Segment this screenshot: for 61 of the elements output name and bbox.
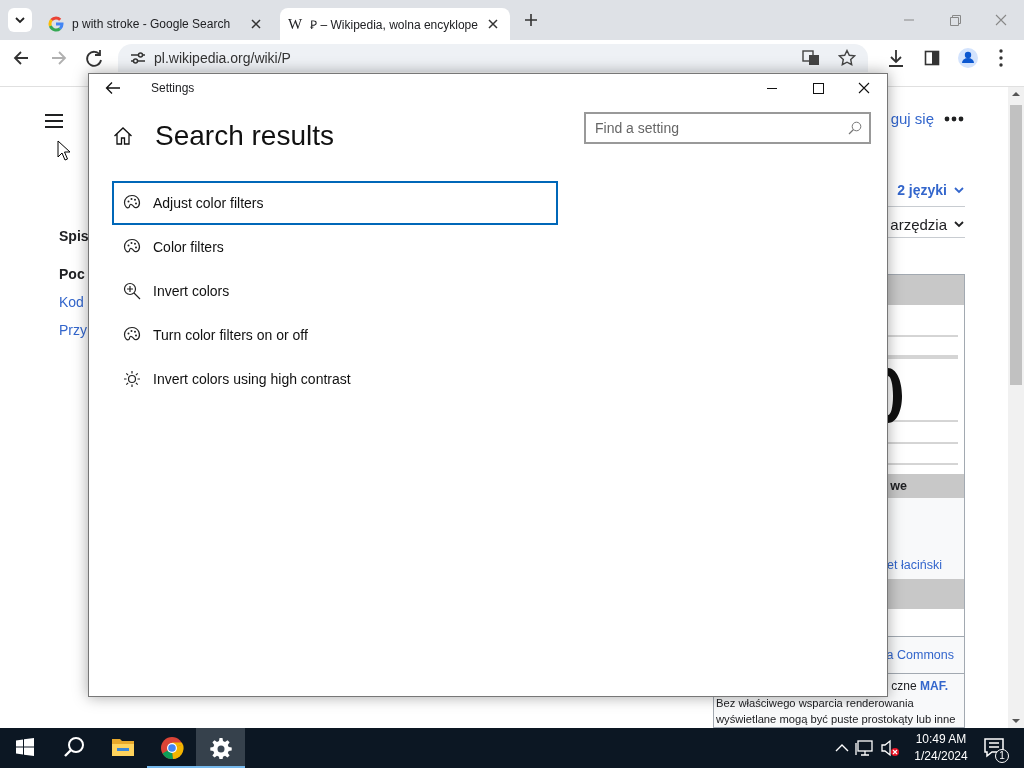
close-icon[interactable]	[249, 17, 263, 31]
infobox-text: Bez właściwego wsparcia renderowania wyświetlane mogą być puste prostokąty lub inne	[715, 696, 957, 727]
chevron-icon	[953, 219, 965, 230]
scroll-thumb[interactable]	[1010, 105, 1022, 385]
star-icon[interactable]	[838, 49, 856, 67]
windows-logo-icon	[15, 738, 34, 756]
search-result[interactable]: Color filters	[112, 225, 558, 269]
search-icon	[62, 736, 85, 758]
languages-button[interactable]: 2 języki	[897, 182, 947, 198]
close-icon[interactable]	[485, 17, 500, 31]
toc-heading: Poc	[59, 265, 86, 283]
more-icon[interactable]	[944, 115, 964, 122]
toc-link[interactable]: Przy	[59, 321, 88, 339]
search-result[interactable]: Turn color filters on or off	[112, 313, 558, 357]
browser-tab[interactable]: p with stroke - Google Search	[40, 8, 275, 40]
taskbar-button[interactable]	[196, 728, 245, 768]
tab-title: p with stroke - Google Search	[72, 17, 232, 31]
browser-logo-icon	[159, 736, 184, 760]
infobox-heading: we	[890, 479, 907, 493]
search-field[interactable]: Find a setting	[584, 112, 871, 144]
sliders-icon	[130, 51, 146, 65]
toc-link[interactable]: Kod	[59, 293, 88, 311]
infobox-link[interactable]: et łaciński	[887, 558, 942, 572]
sun-icon	[123, 370, 141, 388]
notification-count: 1	[995, 749, 1009, 763]
translate-icon[interactable]	[802, 50, 820, 66]
gear-icon	[209, 737, 232, 759]
window-title: Settings	[151, 81, 195, 95]
login-link[interactable]: guj się	[890, 110, 934, 128]
palette-icon	[123, 326, 141, 344]
palette-icon	[123, 194, 141, 212]
tools-menu[interactable]: arzędzia	[890, 215, 947, 233]
favicon: W	[288, 15, 303, 33]
browser-tab[interactable]: W Ꝑ – Wikipedia, wolna encyklope	[280, 8, 510, 40]
palette-icon	[123, 238, 141, 256]
page-heading: Search results	[155, 120, 334, 152]
chevron-icon	[953, 185, 965, 195]
address-bar[interactable]: pl.wikipedia.org/wiki/P	[118, 44, 868, 72]
mouse-pointer-icon	[57, 140, 71, 162]
zoom-in-icon	[123, 282, 141, 300]
search-result[interactable]: Invert colors using high contrast	[112, 357, 558, 401]
tab-search-button[interactable]	[8, 8, 32, 32]
back-icon[interactable]	[105, 81, 121, 95]
clock-time: 10:49 AM	[915, 731, 967, 748]
new-tab-icon[interactable]	[524, 13, 538, 27]
clock-date: 1/24/2024	[914, 748, 968, 765]
scrollbar[interactable]	[1008, 87, 1024, 728]
chevron-icon	[14, 14, 26, 26]
clock[interactable]: 10:49 AM 1/24/2024	[908, 731, 974, 765]
notifications-icon[interactable]	[983, 737, 1005, 759]
search-result[interactable]: Adjust color filters	[112, 181, 558, 225]
url-text: pl.wikipedia.org/wiki/P	[154, 50, 291, 66]
home-icon[interactable]	[113, 126, 133, 146]
infobox-text: czne MAF.	[891, 679, 948, 693]
tab-title: Ꝑ – Wikipedia, wolna encyklope	[310, 16, 478, 33]
menu-icon[interactable]	[44, 113, 64, 129]
multicolor-ring-icon	[48, 16, 64, 32]
folder-icon	[110, 737, 135, 757]
toc-heading: Spis	[59, 227, 88, 245]
search-result[interactable]: Invert colors	[112, 269, 558, 313]
search-icon	[848, 121, 862, 135]
